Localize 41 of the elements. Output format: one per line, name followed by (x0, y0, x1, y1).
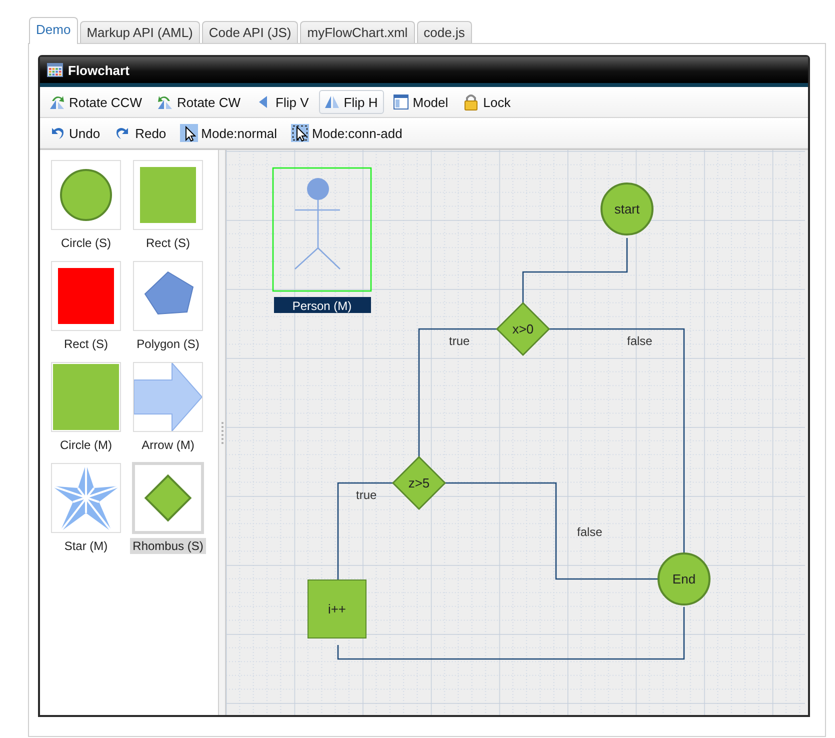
toolbar-button[interactable]: Mode:conn-add (287, 121, 408, 145)
toolbar-button[interactable]: Flip H (318, 90, 384, 114)
window-title: Flowchart (68, 62, 130, 78)
toolbar-button[interactable]: Model (388, 90, 454, 114)
cursor-icon (180, 124, 198, 142)
node-label: Person (M) (274, 297, 371, 313)
tab[interactable]: Markup API (AML) (80, 21, 200, 43)
toolbar-button[interactable]: Mode:normal (176, 121, 284, 145)
grip-icon[interactable] (220, 422, 224, 444)
diamond-node[interactable]: z>5 (392, 456, 446, 510)
connector-label: false (627, 334, 652, 348)
toolbar-button[interactable]: Rotate CW (152, 90, 247, 114)
lock-icon (462, 93, 480, 111)
connector-label: true (356, 488, 377, 502)
calendar-icon (47, 63, 63, 77)
shape-label: Star (M) (63, 538, 109, 554)
toolbar-button[interactable]: Undo (44, 121, 106, 145)
shape-label: Rect (S) (144, 235, 191, 251)
window-icon (392, 93, 410, 111)
tab[interactable]: myFlowChart.xml (300, 21, 415, 43)
connector-label: true (449, 334, 470, 348)
actor-node[interactable] (272, 167, 372, 292)
shape-label: Circle (S) (60, 235, 112, 251)
rect-node[interactable]: i++ (308, 580, 366, 638)
shape-label: Rhombus (S) (130, 538, 206, 554)
shape-label: Rect (S) (62, 336, 109, 352)
toolbar-button[interactable]: Redo (110, 121, 172, 145)
toolbar-button[interactable]: Rotate CCW (44, 90, 148, 114)
diamond-node[interactable]: x>0 (496, 302, 550, 356)
tab[interactable]: Code API (JS) (202, 21, 298, 43)
circle-node[interactable]: start (600, 182, 654, 236)
tab[interactable]: code.js (416, 21, 472, 43)
shape-label: Arrow (M) (140, 437, 196, 453)
connector-label: false (577, 525, 602, 539)
shape-label: Polygon (S) (136, 336, 200, 352)
tab[interactable]: Demo (29, 17, 78, 44)
toolbar-button[interactable]: Flip V (250, 90, 315, 114)
shape-label: Circle (M) (59, 437, 113, 453)
toolbar-button[interactable]: Lock (458, 90, 517, 114)
cursor-icon (291, 124, 310, 142)
circle-node[interactable]: End (658, 552, 710, 606)
